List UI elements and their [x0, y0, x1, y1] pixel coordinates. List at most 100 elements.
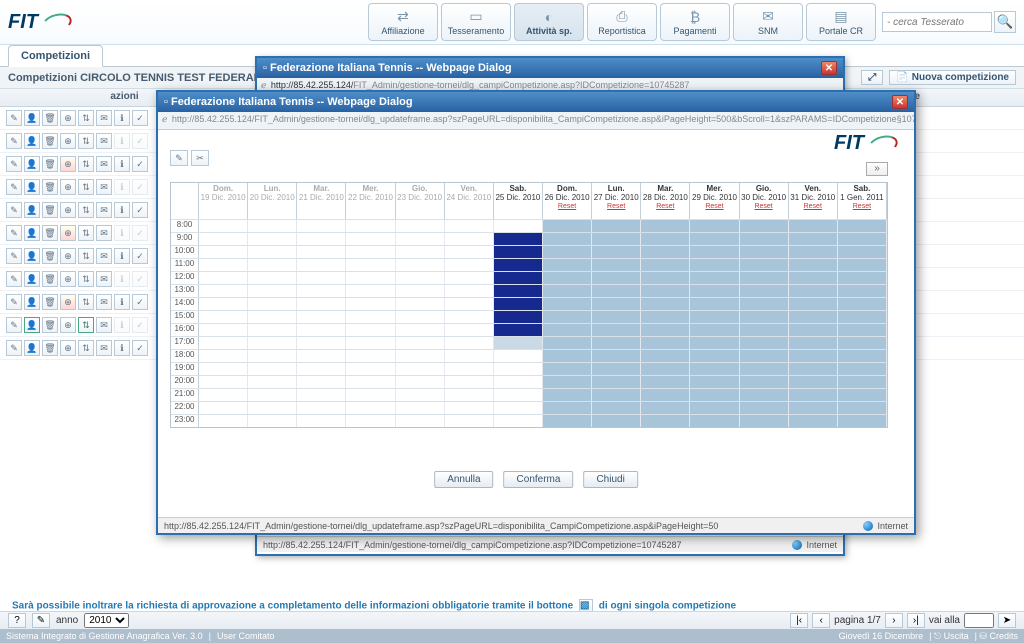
- calendar-cell[interactable]: [740, 415, 789, 427]
- row-action[interactable]: ⊕: [60, 294, 76, 310]
- calendar-cell[interactable]: [396, 376, 445, 388]
- calendar-cell[interactable]: [199, 233, 248, 245]
- row-action[interactable]: ⇅: [78, 179, 94, 195]
- calendar-cell[interactable]: [592, 402, 641, 414]
- calendar-cell[interactable]: [740, 272, 789, 284]
- calendar-cell[interactable]: [789, 298, 838, 310]
- help-button[interactable]: ?: [8, 613, 26, 628]
- calendar-cell[interactable]: [445, 285, 494, 297]
- calendar-cell[interactable]: [740, 233, 789, 245]
- calendar-cell[interactable]: [592, 272, 641, 284]
- row-action[interactable]: 🗑: [42, 225, 58, 241]
- goto-button[interactable]: ➤: [998, 613, 1016, 628]
- calendar-cell[interactable]: [199, 272, 248, 284]
- calendar-cell[interactable]: [838, 363, 887, 375]
- calendar-cell[interactable]: [297, 311, 346, 323]
- calendar-reset-link[interactable]: Reset: [592, 203, 640, 211]
- calendar-cell[interactable]: [592, 337, 641, 349]
- calendar-cell[interactable]: [838, 415, 887, 427]
- calendar-cell[interactable]: [690, 272, 739, 284]
- calendar-cell[interactable]: [346, 272, 395, 284]
- calendar-cell[interactable]: [494, 246, 543, 258]
- row-action[interactable]: ⊕: [60, 271, 76, 287]
- calendar-cell[interactable]: [641, 376, 690, 388]
- row-action[interactable]: ✎: [6, 271, 22, 287]
- calendar-reset-link[interactable]: Reset: [690, 203, 738, 211]
- row-action[interactable]: ⇅: [78, 294, 94, 310]
- pager-next[interactable]: ›: [885, 613, 903, 628]
- calendar-cell[interactable]: [690, 285, 739, 297]
- calendar-cell[interactable]: [789, 311, 838, 323]
- calendar-cell[interactable]: [494, 350, 543, 362]
- calendar-cell[interactable]: [838, 259, 887, 271]
- row-action[interactable]: ✎: [6, 340, 22, 356]
- calendar-cell[interactable]: [346, 311, 395, 323]
- calendar-cell[interactable]: [297, 233, 346, 245]
- pager-prev[interactable]: ‹: [812, 613, 830, 628]
- calendar-cell[interactable]: [494, 285, 543, 297]
- conferma-button[interactable]: Conferma: [504, 471, 574, 488]
- calendar-cell[interactable]: [789, 272, 838, 284]
- calendar-cell[interactable]: [543, 389, 592, 401]
- calendar-cell[interactable]: [248, 259, 297, 271]
- calendar-cell[interactable]: [396, 259, 445, 271]
- dialog-inner-titlebar[interactable]: ▫ Federazione Italiana Tennis -- Webpage…: [158, 92, 914, 112]
- calendar-cell[interactable]: [297, 246, 346, 258]
- calendar-cell[interactable]: [346, 350, 395, 362]
- row-action[interactable]: ℹ: [114, 294, 130, 310]
- row-action[interactable]: ✉: [96, 248, 112, 264]
- row-action[interactable]: ⊕: [60, 225, 76, 241]
- calendar-cell[interactable]: [641, 350, 690, 362]
- calendar-cell[interactable]: [494, 220, 543, 232]
- row-action[interactable]: ℹ: [114, 110, 130, 126]
- nav-attivit-sp-[interactable]: ◐Attività sp.: [514, 3, 584, 41]
- calendar-cell[interactable]: [199, 298, 248, 310]
- calendar-cell[interactable]: [297, 298, 346, 310]
- calendar-cell[interactable]: [346, 376, 395, 388]
- row-action[interactable]: ✓: [132, 340, 148, 356]
- calendar-cell[interactable]: [396, 402, 445, 414]
- dialog-outer-titlebar[interactable]: ▫ Federazione Italiana Tennis -- Webpage…: [257, 58, 843, 78]
- calendar-cell[interactable]: [248, 350, 297, 362]
- row-action[interactable]: ✉: [96, 294, 112, 310]
- calendar-cell[interactable]: [494, 363, 543, 375]
- row-action[interactable]: 👤: [24, 225, 40, 241]
- calendar-cell[interactable]: [789, 220, 838, 232]
- calendar-cell[interactable]: [445, 389, 494, 401]
- calendar-cell[interactable]: [346, 402, 395, 414]
- calendar-cell[interactable]: [690, 246, 739, 258]
- calendar-cell[interactable]: [641, 259, 690, 271]
- calendar-cell[interactable]: [396, 298, 445, 310]
- calendar-cell[interactable]: [641, 415, 690, 427]
- calendar-cell[interactable]: [740, 389, 789, 401]
- chiudi-button[interactable]: Chiudi: [583, 471, 637, 488]
- row-action[interactable]: ✓: [132, 156, 148, 172]
- calendar-cell[interactable]: [789, 324, 838, 336]
- calendar-cell[interactable]: [641, 298, 690, 310]
- calendar-cell[interactable]: [690, 337, 739, 349]
- calendar-cell[interactable]: [592, 246, 641, 258]
- calendar-cell[interactable]: [445, 376, 494, 388]
- calendar-cell[interactable]: [396, 311, 445, 323]
- nav-snm[interactable]: ✉SNM: [733, 3, 803, 41]
- row-action[interactable]: 👤: [24, 179, 40, 195]
- calendar-cell[interactable]: [740, 402, 789, 414]
- row-action[interactable]: 🗑: [42, 317, 58, 333]
- calendar-cell[interactable]: [789, 350, 838, 362]
- row-action[interactable]: ✉: [96, 156, 112, 172]
- calendar-cell[interactable]: [297, 389, 346, 401]
- calendar-cell[interactable]: [445, 220, 494, 232]
- calendar-cell[interactable]: [297, 402, 346, 414]
- calendar-cell[interactable]: [248, 402, 297, 414]
- tab-competizioni[interactable]: Competizioni: [8, 45, 103, 67]
- calendar-cell[interactable]: [199, 324, 248, 336]
- row-action[interactable]: ✓: [132, 110, 148, 126]
- calendar-cell[interactable]: [543, 311, 592, 323]
- calendar-cell[interactable]: [445, 259, 494, 271]
- goto-input[interactable]: [964, 613, 994, 628]
- row-action[interactable]: ✉: [96, 110, 112, 126]
- row-action[interactable]: ✓: [132, 133, 148, 149]
- close-icon[interactable]: ✕: [821, 61, 837, 75]
- calendar-cell[interactable]: [346, 337, 395, 349]
- row-action[interactable]: ℹ: [114, 156, 130, 172]
